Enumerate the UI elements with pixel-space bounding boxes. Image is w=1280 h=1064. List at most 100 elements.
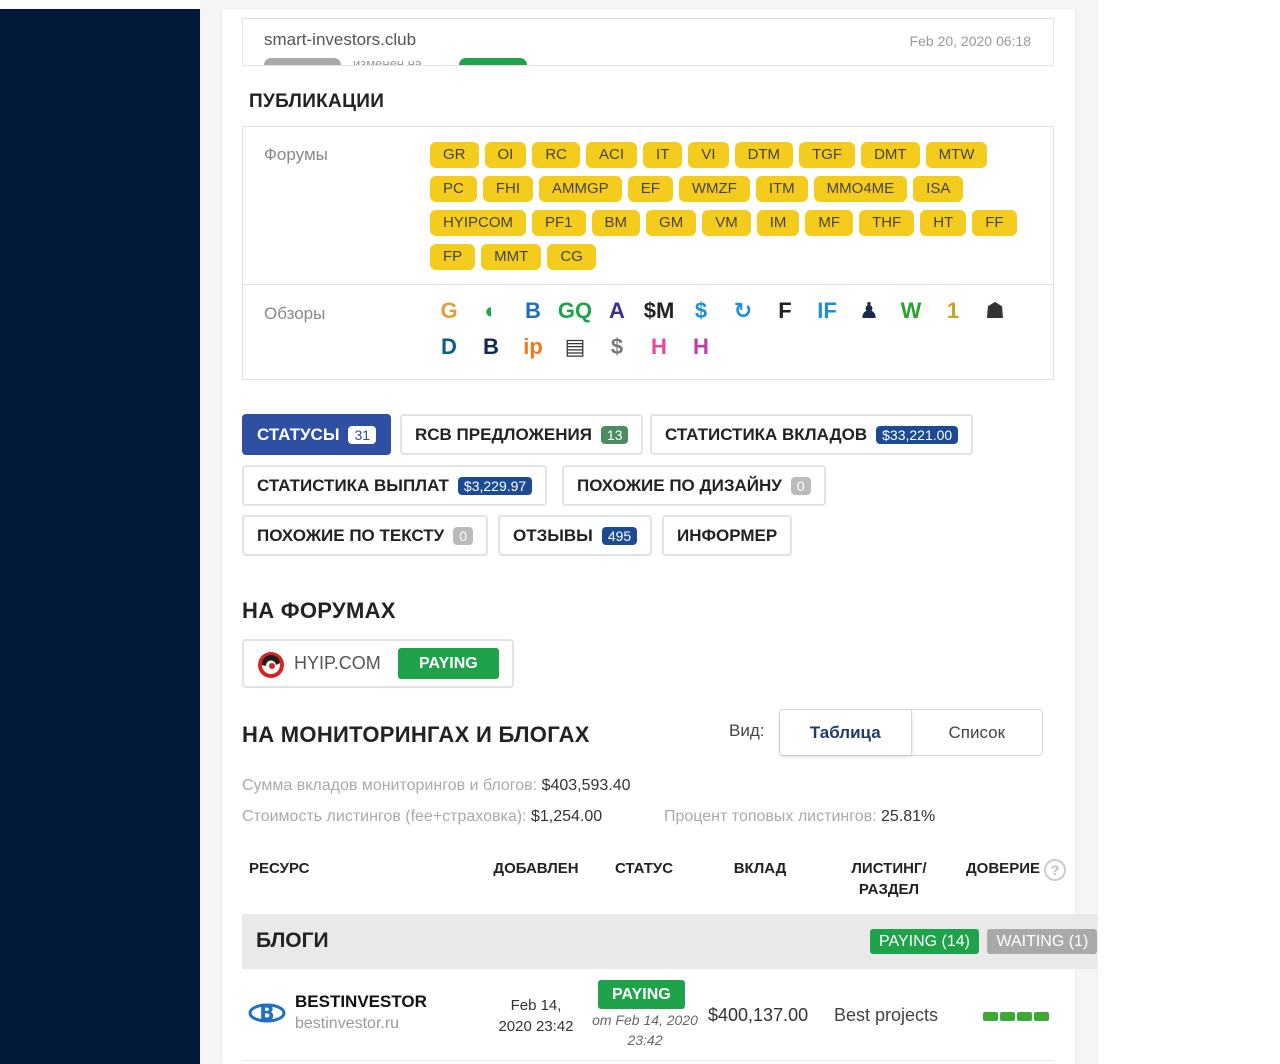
b-speed-icon[interactable]: B — [472, 332, 510, 362]
header-trust[interactable]: ДОВЕРИЕ — [966, 858, 1040, 879]
history-changed-text: изменен на — [353, 56, 422, 66]
tab-similar-text[interactable]: ПОХОЖИЕ ПО ТЕКСТУ 0 — [242, 515, 488, 556]
tab-similar-design-count: 0 — [790, 476, 811, 495]
forum-tag[interactable]: FHI — [482, 176, 534, 202]
tab-rcb-offers[interactable]: RCB ПРЕДЛОЖЕНИЯ 13 — [400, 414, 644, 455]
tab-statuses-label: СТАТУСЫ — [257, 424, 340, 444]
forum-tag[interactable]: MMT — [481, 244, 542, 270]
paying-count-pill[interactable]: PAYING (14) — [870, 929, 979, 954]
waiting-count-pill[interactable]: WAITING (1) — [987, 929, 1098, 954]
row-deposit: $400,137.00 — [708, 1005, 809, 1025]
dollar-coin-icon[interactable]: $ — [598, 332, 636, 362]
bestinvestor-logo-icon: B — [248, 1001, 286, 1025]
forum-tag[interactable]: VI — [688, 142, 729, 168]
tab-statuses[interactable]: СТАТУСЫ 31 — [242, 414, 392, 455]
growth-chart-icon[interactable]: ◐ — [472, 296, 510, 326]
a4-logo-icon[interactable]: A — [598, 296, 636, 326]
tab-payout-stats[interactable]: СТАТИСТИКА ВЫПЛАТ $3,229.97 — [242, 465, 548, 506]
forum-tag[interactable]: WMZF — [678, 176, 750, 202]
tab-reviews[interactable]: ОТЗЫВЫ 495 — [498, 515, 653, 556]
on-forums-title: НА ФОРУМАХ — [242, 598, 396, 623]
dollar-circle-icon[interactable]: $ — [682, 296, 720, 326]
forum-tag[interactable]: OI — [484, 142, 527, 168]
forum-tag[interactable]: CG — [547, 244, 596, 270]
view-label: Вид: — [729, 721, 765, 740]
dollar-m-icon[interactable]: $M — [640, 296, 678, 326]
if-logo-icon[interactable]: IF — [808, 296, 846, 326]
forum-tag[interactable]: MMO4ME — [813, 176, 908, 202]
forum-tag[interactable]: FF — [972, 210, 1017, 236]
f-circle-icon[interactable]: F — [766, 296, 804, 326]
forum-tag[interactable]: IM — [756, 210, 800, 236]
trust-help-icon[interactable]: ? — [1044, 859, 1066, 881]
top-listing-line: Процент топовых листингов: 25.81% — [664, 808, 935, 826]
businessman-icon[interactable]: ♟ — [850, 296, 888, 326]
header-status[interactable]: СТАТУС — [604, 858, 684, 879]
left-dark-sidebar — [0, 0, 200, 1064]
b-logo-icon[interactable]: B — [514, 296, 552, 326]
forum-tag[interactable]: BM — [591, 210, 641, 236]
row-status-since-line1: от Feb 14, 2020 — [592, 1012, 698, 1028]
forum-tag[interactable]: MF — [805, 210, 854, 236]
tab-deposit-stats[interactable]: СТАТИСТИКА ВКЛАДОВ $33,221.00 — [650, 414, 974, 455]
forum-tag[interactable]: ACI — [586, 142, 638, 168]
top-listing-label: Процент топовых листингов: — [664, 808, 877, 825]
view-toggle: Таблица Список — [779, 709, 1043, 756]
db-logo-icon[interactable]: D — [430, 332, 468, 362]
forum-tag[interactable]: THF — [859, 210, 915, 236]
resource-url[interactable]: bestinvestor.ru — [295, 1015, 399, 1033]
tab-similar-design[interactable]: ПОХОЖИЕ ПО ДИЗАЙНУ 0 — [562, 465, 826, 506]
header-listing[interactable]: ЛИСТИНГ/ РАЗДЕЛ — [834, 858, 944, 900]
trust-dot — [1017, 1012, 1032, 1021]
forum-tag[interactable]: VM — [702, 210, 751, 236]
publications-divider — [243, 284, 1053, 285]
listing-cost-label: Стоимость листингов (fee+страховка): — [242, 808, 527, 825]
forum-tag[interactable]: HYIPCOM — [430, 210, 527, 236]
header-resource[interactable]: РЕСУРС — [249, 858, 309, 879]
listing-cost-value: $1,254.00 — [530, 808, 603, 825]
forum-tag[interactable]: GR — [430, 142, 479, 168]
forum-status-card[interactable]: HYIP.COM PAYING — [242, 639, 514, 688]
forum-tag[interactable]: IT — [643, 142, 683, 168]
tab-similar-text-count: 0 — [453, 526, 473, 545]
forum-tag[interactable]: EF — [627, 176, 673, 202]
top-listing-value: 25.81% — [881, 808, 936, 825]
forum-tag[interactable]: ITM — [755, 176, 808, 202]
view-list-button[interactable]: Список — [912, 710, 1043, 755]
added-date-line2: 2020 23:42 — [498, 1018, 574, 1035]
forum-tag[interactable]: FP — [430, 244, 476, 270]
blogs-group-header: БЛОГИ PAYING (14) WAITING (1) — [242, 914, 1098, 969]
trust-dot — [1034, 1012, 1049, 1021]
forum-tag[interactable]: PC — [430, 176, 477, 202]
wolf-head-icon[interactable]: ☗ — [976, 296, 1014, 326]
review-icons-list: G ◐ B GQ A $M $ ↻ F IF ♟ W 1 ☗ D Bip ▤ $ H H — [430, 296, 1030, 362]
h-pink-blue-icon[interactable]: H — [682, 332, 720, 362]
forum-tag[interactable]: DTM — [734, 142, 794, 168]
forum-tag[interactable]: DMT — [861, 142, 920, 168]
header-deposit[interactable]: ВКЛАД — [720, 858, 800, 879]
refresh-logo-icon[interactable]: ↻ — [724, 296, 762, 326]
header-added[interactable]: ДОБАВЛЕН — [486, 858, 586, 879]
view-table-button[interactable]: Таблица — [780, 710, 912, 755]
forum-tag[interactable]: MTW — [925, 142, 988, 168]
table-row[interactable]: B BESTINVESTOR bestinvestor.ru Feb 14, 2… — [242, 970, 1054, 1060]
gq-logo-icon[interactable]: GQ — [556, 296, 594, 326]
ip-pin-icon[interactable]: ip — [514, 332, 552, 362]
work-money-icon[interactable]: W — [892, 296, 930, 326]
g-coin-icon[interactable]: G — [430, 296, 468, 326]
forum-tag[interactable]: PF1 — [532, 210, 586, 236]
forum-tag[interactable]: HT — [920, 210, 967, 236]
h-pink-icon[interactable]: H — [640, 332, 678, 362]
forum-tag[interactable]: TGF — [799, 142, 856, 168]
forum-tag[interactable]: RC — [532, 142, 581, 168]
number-one-badge-icon[interactable]: 1 — [934, 296, 972, 326]
resource-name[interactable]: BESTINVESTOR — [295, 992, 427, 1012]
forum-tags-list: GR OI RC ACI IT VI DTM TGF DMT MTW PC FHI AMMGP EF WMZ… — [430, 142, 1030, 270]
history-divider — [243, 18, 1053, 19]
forum-tag[interactable]: ISA — [913, 176, 964, 202]
tab-informer[interactable]: ИНФОРМЕР — [662, 515, 793, 556]
history-date: Feb 20, 2020 06:18 — [909, 33, 1031, 49]
forum-tag[interactable]: AMMGP — [539, 176, 622, 202]
forum-tag[interactable]: GM — [646, 210, 697, 236]
document-search-icon[interactable]: ▤ — [556, 332, 594, 362]
